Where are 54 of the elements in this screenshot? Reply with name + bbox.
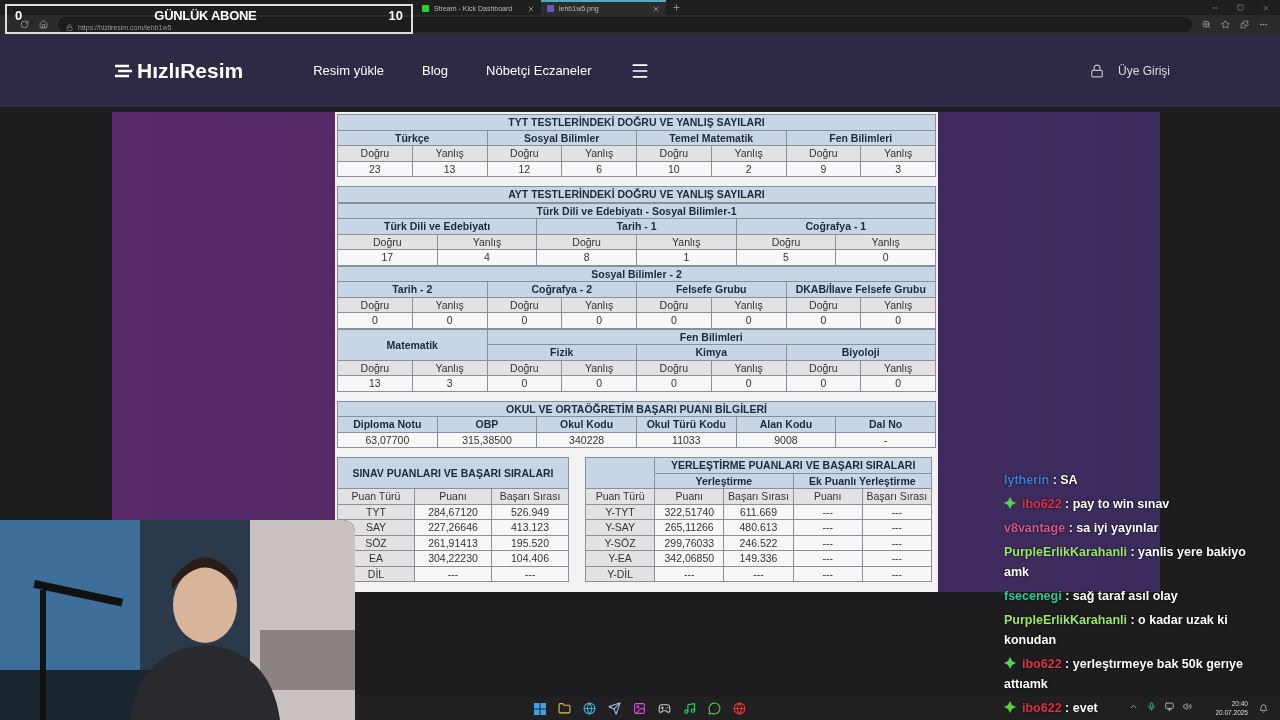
table-title: OKUL VE ORTAÖĞRETİM BAŞARI PUANI BİLGİLERİ xyxy=(337,401,936,417)
music-icon[interactable] xyxy=(683,702,696,715)
close-icon[interactable] xyxy=(652,4,660,13)
chat-message: lytherin : SA xyxy=(1004,472,1078,489)
chat-message: ibo622 : evet xyxy=(1004,698,1098,718)
chevron-up-icon[interactable] xyxy=(1129,702,1138,711)
chat-message: v8vantage : sa iyi yayınlar xyxy=(1004,520,1159,537)
globe-icon[interactable] xyxy=(733,702,746,715)
counter-start: 0 xyxy=(15,8,23,23)
nav-link[interactable]: Nöbetçi Eczaneler xyxy=(486,63,592,78)
send-icon[interactable] xyxy=(608,702,621,715)
reload-icon[interactable] xyxy=(20,20,29,29)
extensions-icon[interactable] xyxy=(1240,20,1249,29)
zoom-icon[interactable] xyxy=(1202,20,1211,29)
globe-icon[interactable] xyxy=(583,702,596,715)
lock-icon xyxy=(1090,63,1104,78)
notification-icon[interactable] xyxy=(1259,704,1268,713)
table-title: TYT TESTLERİNDEKİ DOĞRU VE YANLIŞ SAYILARI xyxy=(337,114,936,130)
table-title: Türk Dili ve Edebiyatı - Sosyal Bilimler-1 xyxy=(337,203,936,219)
chat-message: PurpleErlikKarahanli : yanlis yere bakiyo amk xyxy=(1004,544,1247,581)
table-header xyxy=(585,457,655,489)
folder-icon[interactable] xyxy=(558,702,571,715)
site-logo[interactable]: HızlıResim xyxy=(115,58,244,83)
volume-icon[interactable] xyxy=(1183,702,1192,711)
close-icon[interactable] xyxy=(1262,3,1270,12)
column-header: Fen Bilimleri xyxy=(487,329,936,345)
tab-favicon xyxy=(422,5,429,12)
chat-message: fsecenegi : sağ taraf asıl olay xyxy=(1004,588,1178,605)
star-icon[interactable] xyxy=(1221,20,1230,29)
column-header: Matematik xyxy=(337,329,487,360)
maximize-icon[interactable] xyxy=(1237,4,1244,11)
speed-lines-icon xyxy=(115,62,135,79)
nav-link[interactable]: Blog xyxy=(422,63,449,78)
gamepad-icon[interactable] xyxy=(658,702,671,715)
windows-start-icon[interactable] xyxy=(534,702,546,715)
chat-message: PurpleErlikKarahanli : o kadar uzak ki konudan xyxy=(1004,612,1229,649)
home-icon[interactable] xyxy=(39,20,48,29)
login-link[interactable]: Üye Girişi xyxy=(1118,63,1170,78)
table-title: YERLEŞTİRME PUANLARI VE BAŞARI SIRALARI xyxy=(654,457,932,473)
monitor-icon[interactable] xyxy=(1165,702,1174,711)
close-icon[interactable] xyxy=(527,4,535,13)
mic-icon[interactable] xyxy=(1147,702,1156,711)
lock-icon xyxy=(66,24,73,31)
chat-message: ibo622 : yerleştırmeye bak 50k gerıye attıamk xyxy=(1004,656,1244,693)
chat-icon[interactable] xyxy=(708,702,721,715)
table-title: Sosyal Bilimler - 2 xyxy=(337,266,936,282)
table-title: SINAV PUANLARI VE BAŞARI SIRALARI xyxy=(337,457,569,489)
more-icon[interactable] xyxy=(1259,20,1268,29)
nav-link[interactable]: Resim yükle xyxy=(313,63,384,78)
chat-message: ibo622 : pay to win sınav xyxy=(1004,494,1170,514)
table-title: AYT TESTLERİNDEKİ DOĞRU VE YANLIŞ SAYILARI xyxy=(337,186,936,202)
tab-favicon xyxy=(547,5,554,12)
new-tab-icon[interactable] xyxy=(672,3,681,12)
image-icon[interactable] xyxy=(633,702,646,715)
